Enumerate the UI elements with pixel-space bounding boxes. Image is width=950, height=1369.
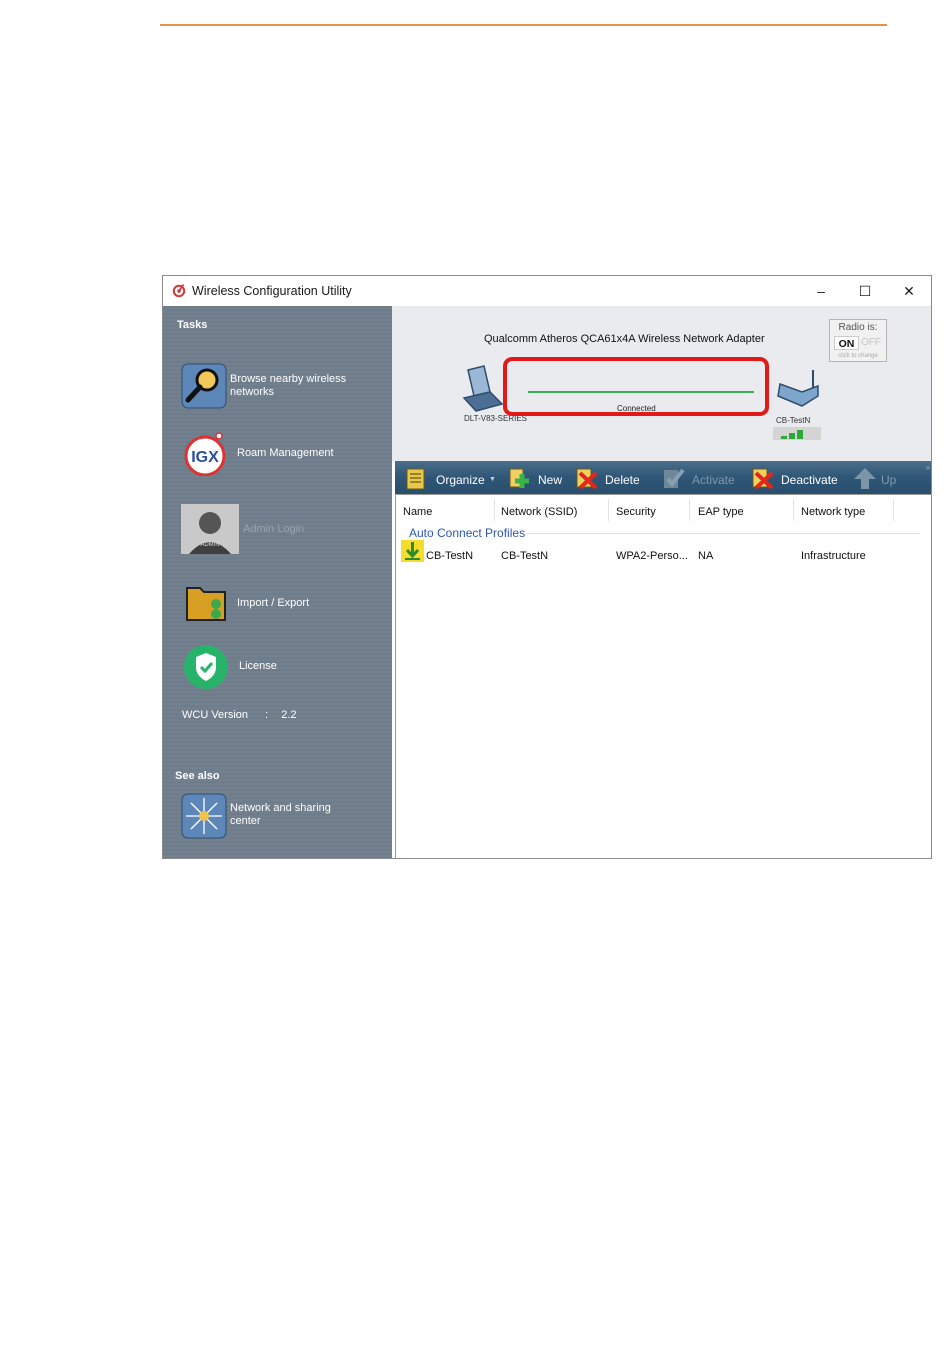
up-label: Up (881, 473, 897, 487)
column-header-network-type[interactable]: Network type (801, 506, 865, 518)
delete-icon (576, 468, 598, 490)
organize-button[interactable]: Organize ▼ (405, 461, 497, 494)
wcu-window: Wireless Configuration Utility – ☐ ✕ Tas… (162, 275, 932, 859)
delete-label: Delete (605, 473, 640, 487)
toolbar-overflow-icon[interactable]: » (926, 463, 930, 472)
up-button[interactable]: Up (853, 461, 913, 494)
minimize-button[interactable]: – (801, 280, 841, 302)
cell-eap-type: NA (698, 550, 714, 562)
router-icon (777, 370, 819, 407)
column-header-security[interactable]: Security (616, 506, 656, 518)
column-separator (689, 499, 690, 521)
tasks-sidebar: Tasks Browse nearby wireless networks IG… (163, 306, 392, 858)
activate-icon (664, 468, 685, 488)
group-divider (526, 533, 920, 534)
organize-label: Organize (436, 473, 485, 487)
shield-check-icon (184, 645, 228, 689)
download-arrow-icon (401, 540, 424, 562)
activate-button[interactable]: Activate (662, 461, 742, 494)
radio-off-button[interactable]: OFF (859, 336, 883, 350)
column-header-ssid[interactable]: Network (SSID) (501, 506, 577, 518)
plus-icon (509, 468, 529, 488)
deactivate-icon (752, 468, 774, 490)
signal-bar (789, 433, 795, 439)
sidebar-item-browse-networks[interactable]: Browse nearby wireless networks (163, 363, 392, 413)
admin-avatar-icon: ADMIN (181, 504, 239, 554)
column-header-name[interactable]: Name (403, 506, 432, 518)
svg-text:ADMIN: ADMIN (200, 542, 219, 548)
sidebar-item-network-sharing-center[interactable]: Network and sharing center (163, 793, 392, 841)
new-button[interactable]: New (508, 461, 568, 494)
cell-ssid: CB-TestN (501, 550, 549, 562)
radio-toggle[interactable]: Radio is: ON OFF click to change (829, 319, 887, 362)
radio-title: Radio is: (838, 322, 878, 333)
profiles-list: Name Network (SSID) Security EAP type Ne… (395, 494, 931, 858)
version-label: WCU Version (182, 709, 249, 721)
adapter-name: Qualcomm Atheros QCA61x4A Wireless Netwo… (484, 333, 765, 345)
activate-label: Activate (692, 473, 735, 487)
cell-security: WPA2-Perso... (616, 550, 688, 562)
radio-hint: click to change (838, 353, 878, 359)
column-separator (793, 499, 794, 521)
sidebar-item-label: Browse nearby wireless networks (230, 373, 347, 398)
sidebar-item-roam-management[interactable]: IGX Roam Management (163, 430, 392, 478)
network-star-icon (181, 793, 227, 839)
app-logo-icon (172, 284, 186, 297)
sidebar-item-license[interactable]: License (163, 644, 392, 692)
signal-strength-icon (773, 427, 821, 440)
profile-toolbar: Organize ▼ New Delete Activate Deactivat… (395, 461, 931, 494)
column-separator (608, 499, 609, 521)
tasks-heading: Tasks (177, 319, 208, 331)
cell-name: CB-TestN (426, 550, 474, 562)
svg-text:IGX: IGX (191, 449, 219, 466)
column-separator (893, 499, 894, 521)
delete-button[interactable]: Delete (575, 461, 645, 494)
sidebar-item-label: License (239, 660, 277, 672)
connection-status-panel: Qualcomm Atheros QCA61x4A Wireless Netwo… (392, 306, 931, 461)
page-top-rule (160, 24, 887, 26)
maximize-button[interactable]: ☐ (845, 280, 885, 302)
laptop-icon (462, 365, 504, 412)
sidebar-item-label: Import / Export (237, 597, 310, 609)
cell-network-type: Infrastructure (801, 550, 866, 562)
close-button[interactable]: ✕ (889, 280, 929, 302)
connection-highlight-box (503, 357, 769, 416)
up-arrow-icon (854, 468, 876, 489)
router-label: CB-TestN (776, 416, 811, 425)
deactivate-button[interactable]: Deactivate (751, 461, 851, 494)
see-also-heading: See also (175, 770, 220, 782)
signal-bar (797, 430, 803, 439)
sidebar-item-label: Network and sharing center (230, 802, 331, 827)
sidebar-item-admin-login[interactable]: ADMIN Admin Login (163, 504, 392, 554)
organize-icon (406, 468, 425, 490)
new-label: New (538, 473, 563, 487)
title-bar: Wireless Configuration Utility – ☐ ✕ (163, 276, 931, 306)
signal-bar (781, 436, 787, 439)
chevron-down-icon: ▼ (489, 476, 496, 483)
folder-icon (186, 587, 226, 621)
version-separator: : (265, 709, 269, 721)
group-header: Auto Connect Profiles (409, 526, 526, 540)
deactivate-label: Deactivate (781, 473, 838, 487)
sidebar-item-import-export[interactable]: Import / Export (163, 582, 392, 626)
window-title: Wireless Configuration Utility (192, 284, 352, 298)
igx-icon: IGX (184, 432, 226, 476)
column-header-eap-type[interactable]: EAP type (698, 506, 744, 518)
sidebar-item-label: Roam Management (237, 447, 334, 459)
column-separator (494, 499, 495, 521)
wcu-version: WCU Version : 2.2 (182, 709, 297, 721)
magnifier-icon (181, 363, 227, 409)
sidebar-item-label: Admin Login (243, 523, 305, 535)
radio-on-button[interactable]: ON (834, 336, 859, 350)
version-value: 2.2 (281, 709, 297, 721)
